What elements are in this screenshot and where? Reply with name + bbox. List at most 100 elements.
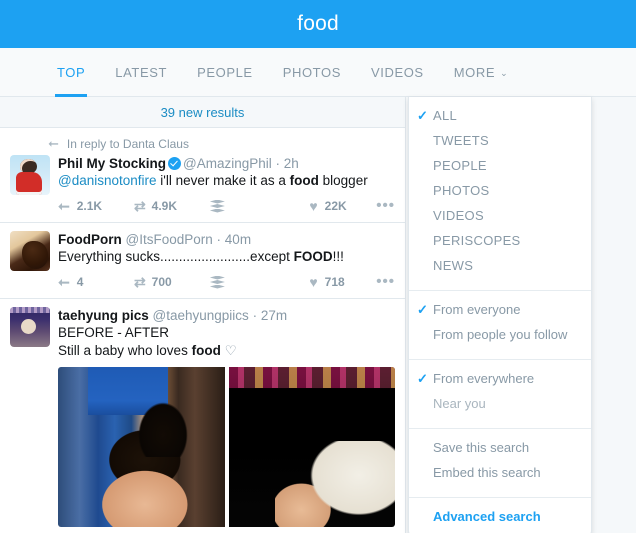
- more-actions-button[interactable]: •••: [376, 273, 395, 290]
- dropdown-group-content-type: ✓ ALL TWEETS PEOPLE PHOTOS VIDEOS PERISC…: [409, 103, 591, 284]
- dropdown-item-label: PEOPLE: [433, 158, 487, 173]
- dropdown-item-label: Save this search: [433, 440, 530, 455]
- tweet-author-handle[interactable]: @taehyungpiics: [153, 308, 249, 323]
- dropdown-item-label: VIDEOS: [433, 208, 484, 223]
- retweet-count: 4.9K: [151, 199, 178, 213]
- new-results-label: 39 new results: [160, 104, 245, 120]
- dropdown-item-tweets[interactable]: TWEETS: [409, 128, 591, 153]
- reply-count: 4: [76, 275, 84, 289]
- search-header: food: [0, 0, 636, 48]
- dropdown-divider: [409, 290, 591, 291]
- dropdown-item-embed-this-search[interactable]: Embed this search: [409, 460, 591, 485]
- reply-context: ➞ In reply to Danta Claus: [48, 136, 395, 152]
- dropdown-item-periscopes[interactable]: PERISCOPES: [409, 228, 591, 253]
- buffer-button[interactable]: [209, 199, 309, 213]
- reply-button[interactable]: ➞ 4: [58, 274, 134, 291]
- heart-icon: ♥: [309, 274, 318, 290]
- tweet-author-name[interactable]: Phil My Stocking: [58, 156, 166, 171]
- buffer-stack-icon: [209, 275, 225, 289]
- tweet-text-segment: Still a baby who loves: [58, 343, 192, 358]
- tab-latest[interactable]: LATEST: [100, 48, 182, 96]
- tweet-text-segment-end: blogger: [318, 173, 368, 188]
- dropdown-item-label: From everyone: [433, 302, 521, 317]
- retweet-icon: ⇄: [133, 197, 146, 214]
- tweet-stream: 39 new results ➞ In reply to Danta Claus…: [0, 97, 406, 533]
- avatar[interactable]: [10, 307, 50, 347]
- new-results-bar[interactable]: 39 new results: [0, 97, 405, 128]
- tab-people-label: PEOPLE: [197, 64, 253, 80]
- more-actions-button[interactable]: •••: [376, 198, 395, 213]
- tweet-item[interactable]: FoodPorn @ItsFoodPorn · 40m Everything s…: [0, 223, 405, 299]
- check-icon: ✓: [417, 107, 429, 123]
- dropdown-item-from-everyone[interactable]: ✓ From everyone: [409, 297, 591, 322]
- tweet-author-handle[interactable]: @ItsFoodPorn: [126, 232, 213, 247]
- reply-icon: ➞: [58, 273, 70, 290]
- like-button[interactable]: ♥ 718: [309, 274, 376, 290]
- tweet-photo-grid: [58, 367, 395, 527]
- dropdown-item-label: Embed this search: [433, 465, 541, 480]
- retweet-button[interactable]: ⇄ 4.9K: [134, 198, 210, 215]
- like-count: 718: [324, 275, 345, 289]
- tweet-item[interactable]: ➞ In reply to Danta Claus Phil My Stocki…: [0, 128, 405, 223]
- dropdown-divider: [409, 428, 591, 429]
- like-button[interactable]: ♥ 22K: [309, 198, 376, 214]
- search-tab-bar: TOP LATEST PEOPLE PHOTOS VIDEOS MORE ⌄: [0, 48, 636, 97]
- dropdown-item-save-this-search[interactable]: Save this search: [409, 435, 591, 460]
- tweet-photo-left[interactable]: [58, 367, 225, 527]
- check-icon: ✓: [417, 301, 428, 317]
- chevron-down-icon: ⌄: [500, 67, 509, 78]
- dropdown-item-label: Near you: [433, 396, 486, 411]
- dropdown-item-news[interactable]: NEWS: [409, 253, 591, 278]
- tweet-author-name[interactable]: FoodPorn: [58, 232, 122, 247]
- dropdown-group-advanced: Advanced search: [409, 504, 591, 533]
- tab-more[interactable]: MORE ⌄: [439, 48, 524, 96]
- retweet-button[interactable]: ⇄ 700: [134, 274, 210, 291]
- tweet-author-handle[interactable]: @AmazingPhil: [183, 156, 272, 171]
- tweet-header: Phil My Stocking @AmazingPhil · 2h: [58, 155, 395, 172]
- tab-people[interactable]: PEOPLE: [182, 48, 268, 96]
- tweet-item[interactable]: taehyung pics @taehyungpiics · 27m BEFOR…: [0, 299, 405, 533]
- tweet-text-line1: BEFORE - AFTER: [58, 325, 170, 340]
- tweet-highlight-term: food: [289, 173, 319, 188]
- heart-icon: ♥: [309, 198, 318, 214]
- dropdown-item-videos[interactable]: VIDEOS: [409, 203, 591, 228]
- retweet-count: 700: [151, 275, 172, 289]
- dropdown-item-advanced-search[interactable]: Advanced search: [409, 504, 591, 529]
- tab-top[interactable]: TOP: [42, 48, 100, 97]
- tweet-author-name[interactable]: taehyung pics: [58, 308, 149, 323]
- tweet-text-segment: Everything sucks........................…: [58, 249, 294, 264]
- tweet-timestamp[interactable]: 27m: [261, 308, 287, 323]
- verified-badge-icon: [168, 157, 182, 170]
- dropdown-item-all[interactable]: ✓ ALL: [409, 103, 591, 128]
- tweet-actions: ➞ 2.1K ⇄ 4.9K ♥ 22K •••: [58, 196, 395, 216]
- reply-icon: ➞: [58, 197, 70, 214]
- heart-glyph-icon: ♡: [220, 343, 237, 358]
- dropdown-item-people[interactable]: PEOPLE: [409, 153, 591, 178]
- reply-count: 2.1K: [76, 199, 103, 213]
- dropdown-item-photos[interactable]: PHOTOS: [409, 178, 591, 203]
- avatar[interactable]: [10, 155, 50, 195]
- avatar[interactable]: [10, 231, 50, 271]
- like-count: 22K: [324, 199, 347, 213]
- reply-button[interactable]: ➞ 2.1K: [58, 198, 134, 215]
- dropdown-item-from-everywhere[interactable]: ✓ From everywhere: [409, 366, 591, 391]
- tab-videos[interactable]: VIDEOS: [356, 48, 439, 96]
- dropdown-item-label: PHOTOS: [433, 183, 490, 198]
- tweet-timestamp[interactable]: 2h: [284, 156, 299, 171]
- tweet-timestamp[interactable]: 40m: [225, 232, 251, 247]
- dropdown-item-from-people-you-follow[interactable]: From people you follow: [409, 322, 591, 347]
- separator: ·: [275, 156, 281, 171]
- check-icon: ✓: [417, 370, 428, 386]
- dropdown-divider: [409, 497, 591, 498]
- buffer-button[interactable]: [209, 275, 309, 289]
- tab-photos[interactable]: PHOTOS: [268, 48, 356, 96]
- ellipsis-icon: •••: [376, 273, 395, 290]
- dropdown-item-near-you[interactable]: Near you: [409, 391, 591, 416]
- dropdown-item-label: ALL: [433, 108, 458, 123]
- tweet-text-line2: Still a baby who loves food ♡: [58, 342, 395, 360]
- tweet-mention[interactable]: @danisnotonfire: [58, 173, 157, 188]
- tab-photos-label: PHOTOS: [282, 64, 341, 80]
- dropdown-group-search-actions: Save this search Embed this search: [409, 435, 591, 491]
- tweet-highlight-term: FOOD: [293, 249, 333, 264]
- tweet-photo-right[interactable]: [228, 367, 395, 527]
